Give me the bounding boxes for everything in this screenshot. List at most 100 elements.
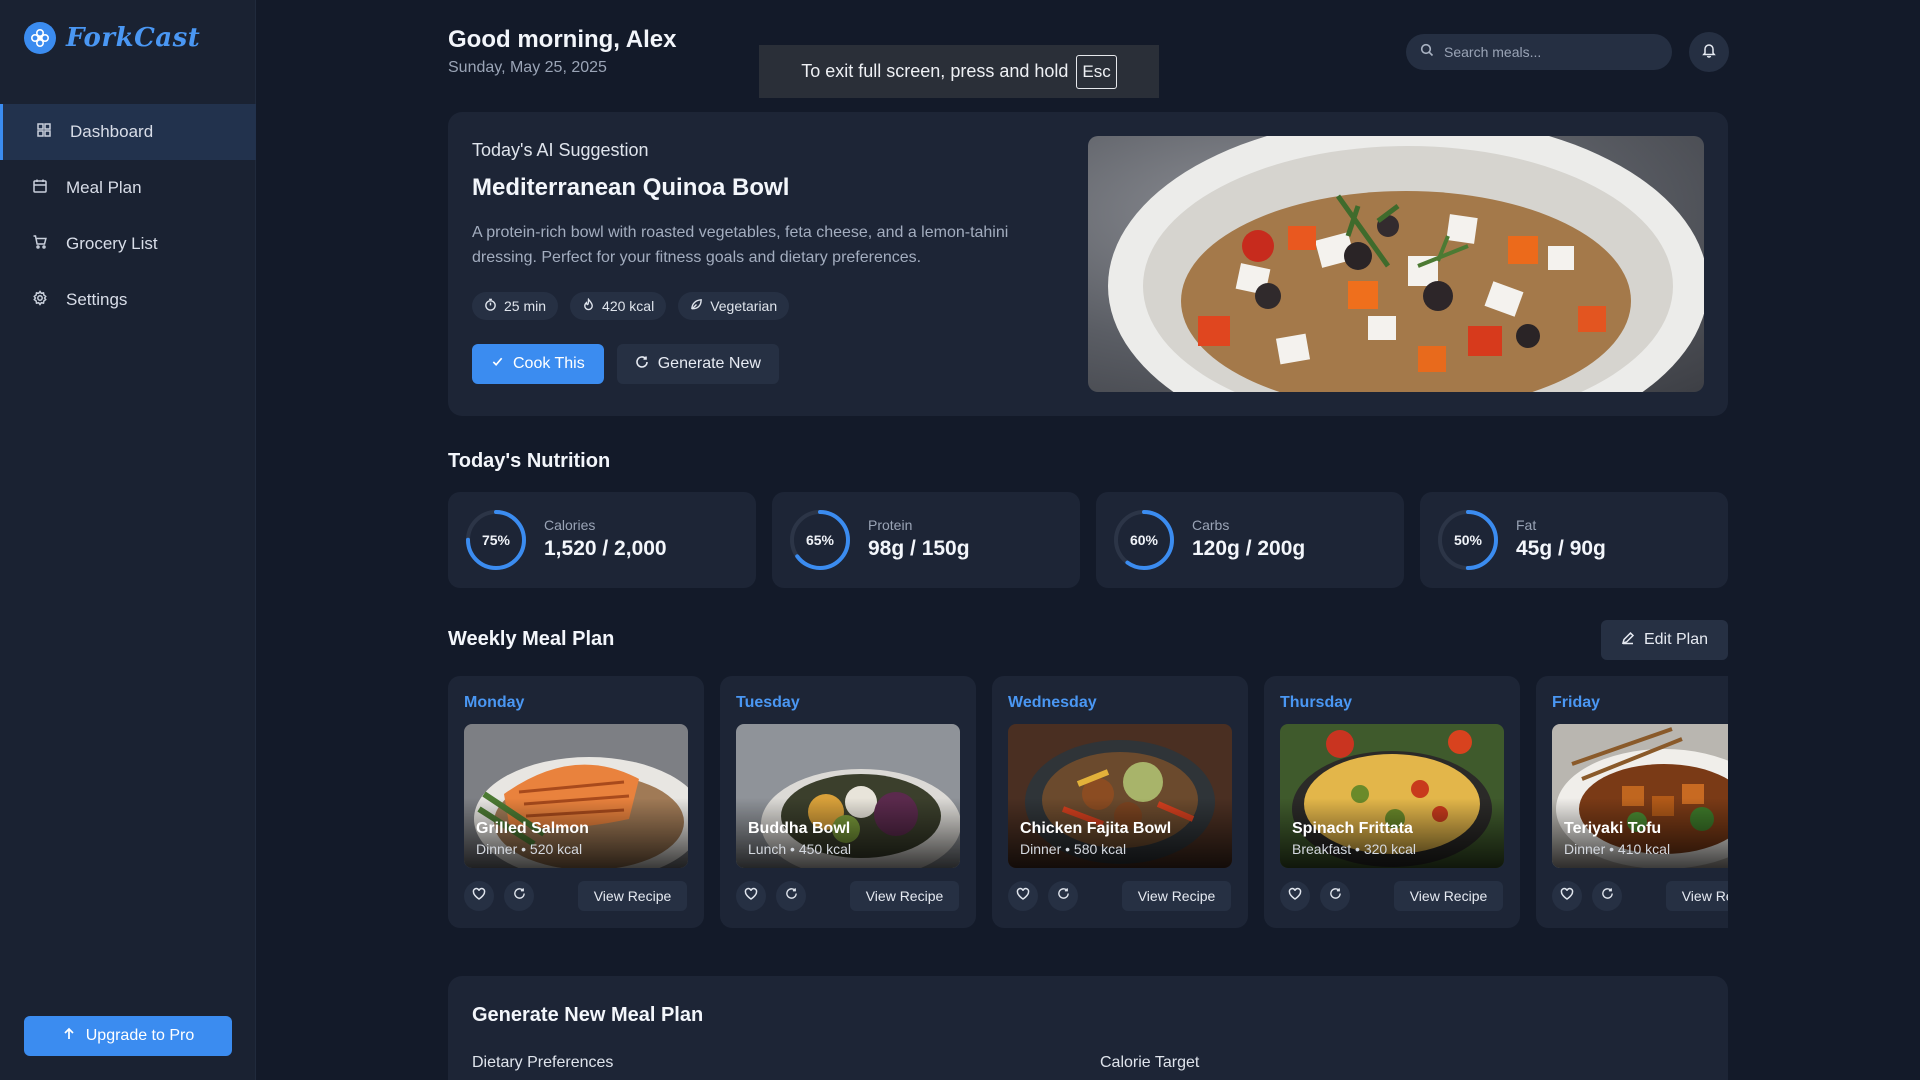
diet-chip: Vegetarian [678,292,790,320]
protein-percent: 65% [805,532,835,548]
flame-icon [582,297,595,314]
search-bar[interactable] [1406,34,1672,70]
suggestion-actions: Cook This Generate New [472,344,779,384]
notifications-button[interactable] [1689,32,1729,72]
day-card-monday: Monday Grilled Salmon Dinner • 520 kcal [448,676,704,928]
carbs-label: Carbs [1192,517,1230,533]
pencil-icon [1621,631,1635,650]
grid-icon [36,122,52,143]
calorie-target-label: Calorie Target [1100,1054,1200,1071]
gear-icon [32,289,48,311]
fat-percent: 50% [1453,532,1483,548]
fullscreen-notice-text: To exit full screen, press and hold [801,61,1069,81]
fullscreen-exit-notice: To exit full screen, press and hold Esc [759,45,1159,98]
meal-name: Chicken Fajita Bowl [1020,820,1172,837]
current-date: Sunday, May 25, 2025 [448,59,607,76]
meal-meta: Lunch • 450 kcal [748,841,851,857]
page-title: Good morning, Alex [448,26,677,53]
heart-icon [472,887,486,906]
meal-meta: Breakfast • 320 kcal [1292,841,1416,857]
generate-new-button[interactable]: Generate New [616,344,779,384]
meal-meta: Dinner • 520 kcal [476,841,583,857]
fat-card: 50% Fat 45g / 90g [1420,492,1728,588]
arrow-up-icon [62,1027,76,1046]
day-name: Friday [1552,694,1601,711]
edit-plan-label: Edit Plan [1643,631,1709,648]
day-card-thursday: Thursday Spinach Frittata Breakfast • 32… [1264,676,1520,928]
protein-value: 98g / 150g [868,537,970,560]
upgrade-label: Upgrade to Pro [85,1027,195,1044]
generate-plan-title: Generate New Meal Plan [472,1004,704,1026]
brand-name: ForkCast [66,23,201,53]
chip-label: 25 min [504,298,547,314]
logo-flower-icon [24,22,56,54]
fat-label: Fat [1516,517,1537,533]
favorite-button[interactable] [464,881,494,911]
meal-photo[interactable]: Chicken Fajita Bowl Dinner • 580 kcal [1008,724,1232,868]
upgrade-to-pro-button[interactable]: Upgrade to Pro [24,1016,232,1056]
meal-photo[interactable]: Teriyaki Tofu Dinner • 410 kcal [1552,724,1728,868]
bell-icon [1701,42,1717,63]
favorite-button[interactable] [1552,881,1582,911]
refresh-icon [785,887,798,905]
meal-photo[interactable]: Grilled Salmon Dinner • 520 kcal [464,724,688,868]
swap-meal-button[interactable] [1592,881,1622,911]
suggestion-label: Today's AI Suggestion [472,140,649,160]
edit-plan-button[interactable]: Edit Plan [1601,620,1728,660]
timer-icon [484,298,497,314]
swap-meal-button[interactable] [504,881,534,911]
meal-name: Teriyaki Tofu [1564,820,1662,837]
dietary-preferences-label: Dietary Preferences [472,1054,614,1071]
day-card-tuesday: Tuesday Buddha Bowl Lunch • 450 kcal Vie… [720,676,976,928]
day-name: Thursday [1280,694,1353,711]
cook-this-button[interactable]: Cook This [472,344,604,384]
sidebar-item-grocery-list[interactable]: Grocery List [0,216,256,272]
brand-logo[interactable]: ForkCast [24,22,200,54]
sidebar-nav: Dashboard Meal Plan Grocery List Setting… [0,104,256,328]
view-recipe-button[interactable]: View Recipe [850,881,959,911]
meal-meta: Dinner • 410 kcal [1564,841,1671,857]
sidebar-item-dashboard[interactable]: Dashboard [0,104,256,160]
protein-card: 65% Protein 98g / 150g [772,492,1080,588]
view-recipe-button[interactable]: View Recipe [578,881,687,911]
favorite-button[interactable] [1008,881,1038,911]
swap-meal-button[interactable] [1048,881,1078,911]
favorite-button[interactable] [1280,881,1310,911]
view-recipe-button[interactable]: View Recipe [1394,881,1503,911]
swap-meal-button[interactable] [776,881,806,911]
protein-label: Protein [868,517,913,533]
refresh-icon [513,887,526,905]
heart-icon [1016,887,1030,906]
refresh-icon [1601,887,1614,905]
cart-icon [32,234,48,255]
meal-photo[interactable]: Spinach Frittata Breakfast • 320 kcal [1280,724,1504,868]
sidebar-item-label: Settings [66,290,128,309]
leaf-icon [690,298,703,314]
swap-meal-button[interactable] [1320,881,1350,911]
favorite-button[interactable] [736,881,766,911]
nutrition-section-title: Today's Nutrition [448,450,611,472]
view-recipe-button[interactable]: View Recipe [1666,881,1728,911]
meal-photo[interactable]: Buddha Bowl Lunch • 450 kcal [736,724,960,868]
time-chip: 25 min [472,292,559,320]
generate-new-label: Generate New [657,355,761,372]
refresh-icon [1329,887,1342,905]
sidebar: ForkCast Dashboard Meal Plan Grocery Lis… [0,0,256,1080]
meal-name: Buddha Bowl [748,820,851,837]
suggestion-description: A protein-rich bowl with roasted vegetab… [472,224,1009,266]
meal-name: Grilled Salmon [476,820,589,837]
fat-value: 45g / 90g [1516,537,1606,560]
view-recipe-button[interactable]: View Recipe [1122,881,1231,911]
heart-icon [744,887,758,906]
suggestion-title: Mediterranean Quinoa Bowl [472,174,790,201]
sidebar-item-meal-plan[interactable]: Meal Plan [0,160,256,216]
chip-label: Vegetarian [710,298,778,314]
weekly-plan-scroller[interactable]: Monday Grilled Salmon Dinner • 520 kcal [448,676,1728,928]
cook-this-label: Cook This [513,355,585,372]
sidebar-item-label: Meal Plan [66,178,142,197]
ai-suggestion-card: Today's AI Suggestion Mediterranean Quin… [448,112,1728,416]
refresh-icon [635,355,649,374]
sidebar-item-settings[interactable]: Settings [0,272,256,328]
calories-percent: 75% [481,532,511,548]
search-input[interactable] [1444,44,1654,60]
